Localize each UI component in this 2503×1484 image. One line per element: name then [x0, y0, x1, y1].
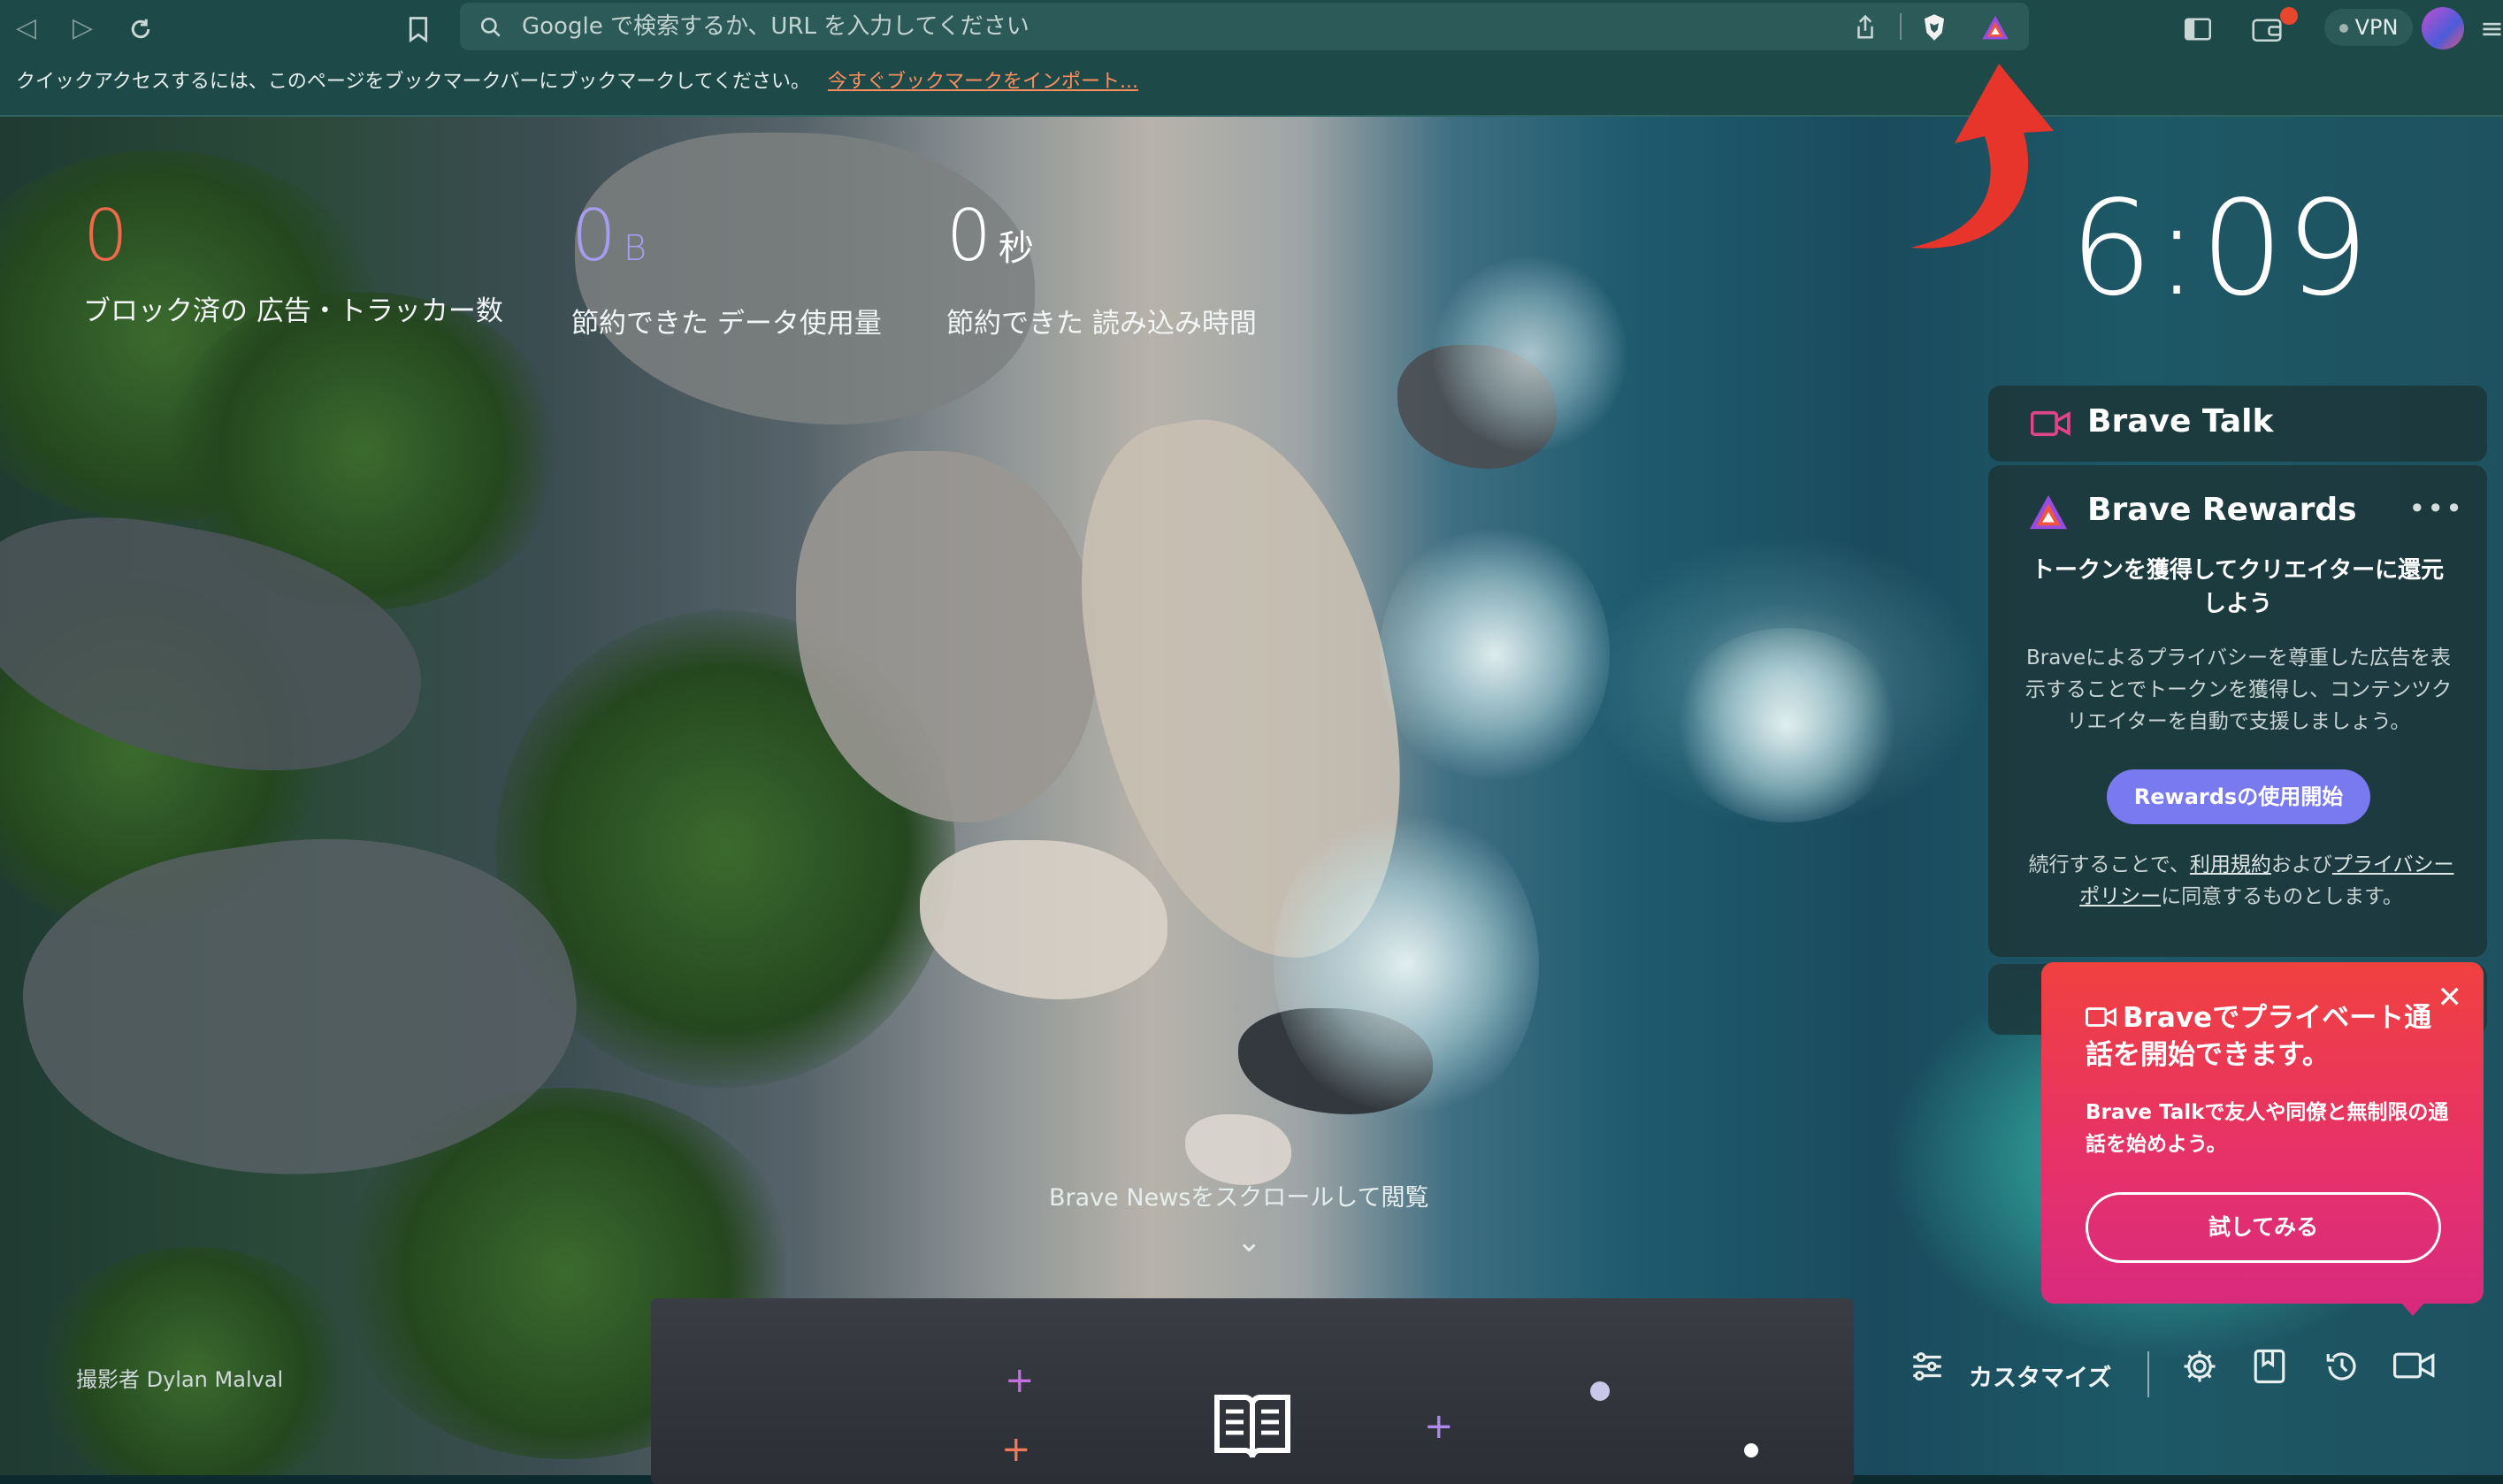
brave-rewards-logo-icon: [2027, 493, 2070, 534]
stat-bandwidth-saved-label: 節約できた データ使用量: [571, 308, 882, 340]
stat-ads-blocked-value: 0: [83, 195, 128, 277]
rewards-heading: トークンを獲得してクリエイターに還元しよう: [2031, 557, 2445, 617]
bookmark-icon[interactable]: [407, 0, 430, 57]
toolbar-divider: [2147, 1351, 2149, 1397]
share-icon[interactable]: [1854, 3, 1877, 50]
stat-time-saved: 0秒 節約できた 読み込み時間: [946, 196, 1257, 340]
stat-bandwidth-saved: 0B 節約できた データ使用量: [571, 196, 882, 340]
video-camera-icon[interactable]: [2393, 1348, 2436, 1391]
brave-talk-title: Brave Talk: [2087, 403, 2274, 440]
wallet-icon[interactable]: [2252, 0, 2282, 57]
more-options-icon[interactable]: •••: [2408, 492, 2464, 525]
decor-plus: +: [1001, 1429, 1031, 1470]
search-icon: [479, 3, 502, 50]
import-bookmarks-link[interactable]: 今すぐブックマークをインポート...: [828, 57, 1138, 108]
video-camera-icon: [2030, 409, 2071, 442]
stat-bandwidth-saved-value: 0B: [571, 195, 647, 277]
forward-icon[interactable]: ▷: [73, 0, 93, 57]
vpn-status-dot: [2338, 24, 2348, 33]
annotation-arrow: [1910, 64, 2054, 249]
bookmarks-icon[interactable]: [2252, 1348, 2287, 1393]
stat-time-saved-label: 節約できた 読み込み時間: [946, 308, 1257, 340]
bookmark-bar-message: クイックアクセスするには、このページをブックマークバーにブックマークしてください…: [16, 71, 811, 93]
popup-pointer: [2399, 1300, 2427, 1316]
brave-rewards-card: Brave Rewards ••• トークンを獲得してクリエイターに還元しよう …: [1988, 465, 2487, 957]
clock: 6:09: [2070, 172, 2371, 325]
start-rewards-button[interactable]: Rewardsの使用開始: [2107, 769, 2370, 824]
decor-plus: +: [1005, 1360, 1035, 1401]
brave-rewards-icon[interactable]: [1981, 3, 2009, 50]
photo-credit[interactable]: 撮影者 Dylan Malval: [76, 1362, 283, 1393]
customize-button[interactable]: カスタマイズ: [1969, 1358, 2111, 1393]
brave-shields-icon[interactable]: [1921, 3, 1948, 50]
chevron-down-icon[interactable]: ⌄: [1236, 1224, 1262, 1259]
vpn-button[interactable]: VPN: [2324, 9, 2413, 46]
menu-icon[interactable]: ≡: [2480, 0, 2503, 57]
popup-body: Brave Talkで友人や同僚と無制限の通話を始めよう。: [2086, 1101, 2449, 1156]
brave-rewards-title: Brave Rewards: [2087, 492, 2357, 528]
rewards-legal-text: 続行することで、利用規約およびプライバシーポリシーに同意するものとします。: [2028, 853, 2454, 908]
reload-icon[interactable]: [127, 0, 154, 57]
bookmark-bar: クイックアクセスするには、このページをブックマークバーにブックマークしてください…: [0, 57, 2503, 117]
sidebar-icon[interactable]: [2185, 0, 2211, 57]
decor-plus: +: [1424, 1406, 1454, 1447]
stat-ads-blocked-label: ブロック済の 広告・トラッカー数: [83, 295, 503, 327]
close-icon[interactable]: ✕: [2438, 980, 2463, 1015]
brave-news-hint[interactable]: Brave Newsをスクロールして閲覧: [1049, 1178, 1429, 1212]
popup-title: Braveでプライベート通話を開始できます。: [2086, 1002, 2432, 1071]
customize-sliders-icon[interactable]: [1909, 1348, 1946, 1393]
news-book-icon: [1210, 1383, 1295, 1472]
rewards-description: Braveによるプライバシーを尊重した広告を表示することでトークンを獲得し、コン…: [2025, 646, 2453, 733]
vpn-label: VPN: [2354, 15, 2399, 40]
stat-time-saved-value: 0秒: [946, 195, 1034, 277]
try-it-button[interactable]: 試してみる: [2086, 1192, 2441, 1263]
back-icon[interactable]: ◁: [16, 0, 36, 57]
history-icon[interactable]: [2323, 1348, 2361, 1393]
brave-news-panel[interactable]: + + +: [651, 1298, 1854, 1484]
decor-dot: [1590, 1381, 1610, 1401]
terms-link[interactable]: 利用規約: [2190, 853, 2271, 876]
stat-ads-blocked: 0 ブロック済の 広告・トラッカー数: [83, 196, 503, 328]
video-camera-icon: [2086, 1007, 2116, 1027]
search-placeholder: Google で検索するか、URL を入力してください: [522, 13, 1030, 40]
wallet-notification-badge: [2280, 7, 2298, 25]
brave-talk-card[interactable]: Brave Talk: [1988, 386, 2487, 462]
decor-dot: [1744, 1443, 1758, 1457]
browser-toolbar: ◁ ▷ Google で検索するか、URL を入力してください VPN ≡: [0, 0, 2503, 57]
settings-icon[interactable]: [2181, 1348, 2218, 1393]
address-bar[interactable]: Google で検索するか、URL を入力してください: [460, 3, 2029, 50]
brave-talk-promo-popup: ✕ Braveでプライベート通話を開始できます。 Brave Talkで友人や同…: [2041, 962, 2484, 1304]
profile-avatar[interactable]: [2422, 7, 2464, 50]
